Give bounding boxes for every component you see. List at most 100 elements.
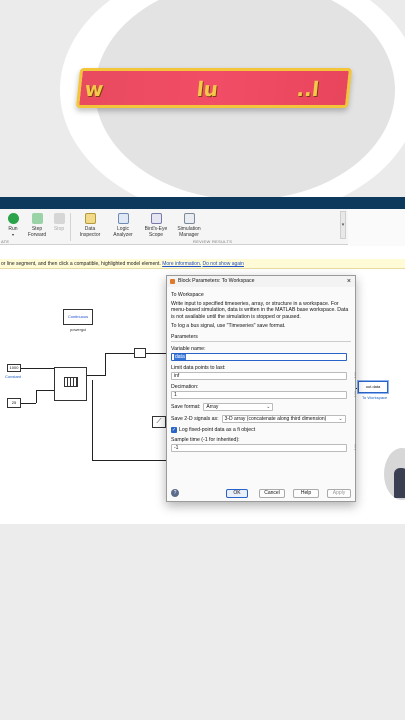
birds-eye-icon [150, 213, 162, 224]
simulation-manager-button[interactable]: Simulation Manager [175, 213, 203, 238]
save-format-value: Array [206, 404, 219, 411]
wire [87, 375, 105, 376]
simulink-icon [170, 279, 175, 284]
block-parameters-dialog: Block Parameters: To Workspace × To Work… [166, 275, 358, 502]
pv-array-block[interactable] [54, 367, 87, 401]
data-inspector-button[interactable]: Data Inspector [78, 213, 102, 238]
decimation-input[interactable]: 1 ⋮ [171, 391, 358, 400]
to-workspace-block[interactable]: out.data [358, 381, 388, 393]
stop-button[interactable]: Stop [52, 213, 66, 232]
constant-block-1[interactable]: 1000 [7, 364, 21, 372]
ribbon-separator [70, 213, 71, 241]
sample-time-input[interactable]: -1 ⋮ [171, 444, 358, 453]
run-dropdown-icon: ▾ [11, 232, 14, 237]
save-2d-select[interactable]: 3-D array (concatenate along third dimen… [221, 415, 346, 424]
banner-letter-1: w [83, 77, 105, 101]
banner-letter-3: ..l [295, 77, 321, 101]
to-workspace-label: To Workspace [362, 395, 388, 400]
save-2d-value: 3-D array (concatenate along third dimen… [224, 416, 327, 423]
dialog-body: To Workspace Write input to specified ti… [167, 287, 358, 454]
more-information-link[interactable]: More information. [162, 261, 201, 267]
sample-time-value: -1 [174, 445, 179, 452]
variable-name-value: data [174, 354, 186, 361]
hint-bar: or line segment, and then click a compat… [0, 259, 405, 269]
powergui-block[interactable]: Continuous [63, 309, 93, 325]
save-format-row: Save format: Array ⌄ [171, 403, 351, 412]
stop-icon [53, 213, 65, 224]
section-label-left: ATE [1, 239, 10, 244]
logic-analyzer-icon [117, 213, 129, 224]
apply-button[interactable]: Apply [327, 489, 351, 498]
ramp-block[interactable]: ⟋ [152, 416, 166, 428]
dialog-title: Block Parameters: To Workspace [178, 278, 255, 284]
save-2d-row: Save 2-D signals as: 3-D array (concaten… [171, 415, 351, 424]
dialog-button-bar: ? OK Cancel Help Apply [167, 487, 355, 501]
step-forward-icon [31, 213, 43, 224]
wire [21, 403, 36, 404]
wire [105, 353, 106, 376]
save-format-select[interactable]: Array ⌄ [203, 403, 274, 412]
solar-panel-icon [63, 377, 78, 387]
cancel-button[interactable]: Cancel [259, 489, 285, 498]
birds-eye-scope-button[interactable]: Bird's-Eye Scope [143, 213, 169, 238]
logic-analyzer-label-2: Analyzer [113, 232, 133, 238]
title-banner: w lu ..l [75, 68, 353, 108]
dialog-titlebar: Block Parameters: To Workspace × [167, 276, 355, 287]
simulation-manager-icon [183, 213, 195, 224]
variable-name-input[interactable]: data [171, 353, 347, 362]
presenter-figure [394, 468, 405, 498]
wire [92, 460, 166, 461]
more-options-icon[interactable]: ⋮ [352, 445, 358, 452]
decimation-label: Decimation: [171, 384, 199, 391]
bus-note: To log a bus signal, use "Timeseries" sa… [171, 322, 286, 329]
save-format-label: Save format: [171, 404, 201, 411]
help-icon[interactable]: ? [171, 489, 179, 497]
wire [36, 390, 37, 403]
log-fixed-point-row: ✓ Log fixed-point data as a fi object [171, 427, 351, 434]
constant-label: Constant [5, 374, 22, 379]
sample-time-label: Sample time (-1 for inherited): [171, 437, 240, 444]
wire [36, 390, 54, 391]
wire [21, 368, 54, 369]
variable-name-label: Variable name: [171, 346, 206, 353]
mux-block[interactable] [134, 348, 146, 358]
stop-label: Stop [53, 226, 65, 232]
banner-letter-2: lu [195, 77, 220, 101]
run-button[interactable]: Run ▾ [5, 213, 21, 238]
chevron-down-icon: ⌄ [266, 404, 271, 411]
window-titlebar [0, 197, 405, 209]
ribbon-toolbar: Run ▾ Step Forward Stop Data Inspector L… [0, 209, 405, 245]
limit-data-points-label: Limit data points to last: [171, 365, 226, 372]
data-inspector-label-2: Inspector [79, 232, 101, 238]
save-2d-label: Save 2-D signals as: [171, 416, 219, 423]
limit-data-points-value: inf [174, 373, 180, 380]
log-fixed-point-label: Log fixed-point data as a fi object [179, 427, 256, 434]
section-label-review-results: REVIEW RESULTS [193, 239, 233, 244]
logic-analyzer-button[interactable]: Logic Analyzer [111, 213, 135, 238]
close-icon[interactable]: × [347, 276, 351, 287]
wire [92, 380, 93, 460]
wire [146, 353, 166, 354]
block-type-heading: To Workspace [171, 292, 204, 298]
log-fixed-point-checkbox[interactable]: ✓ [171, 427, 177, 434]
limit-data-points-input[interactable]: inf ⋮ [171, 372, 358, 381]
data-inspector-icon [84, 213, 96, 224]
ok-button[interactable]: OK [226, 489, 248, 498]
ribbon-expand-button[interactable]: ▾ [340, 211, 346, 239]
step-forward-button[interactable]: Step Forward [27, 213, 47, 238]
step-forward-label-2: Forward [27, 232, 47, 238]
constant-block-2[interactable]: 25 [7, 398, 21, 408]
play-icon [7, 213, 19, 224]
hint-text: or line segment, and then click a compat… [1, 261, 161, 267]
help-button[interactable]: Help [293, 489, 319, 498]
screen: w lu ..l Run ▾ Step Forward Stop Data In… [0, 0, 405, 720]
chevron-down-icon: ⌄ [338, 416, 343, 423]
bottom-area [0, 524, 405, 720]
birds-eye-label-2: Scope [148, 232, 164, 238]
more-options-icon[interactable]: ⋮ [352, 373, 358, 380]
continuous-label: Continuous [67, 314, 89, 319]
more-options-icon[interactable]: ⋮ [352, 392, 358, 399]
sim-manager-label-2: Manager [179, 232, 199, 238]
right-pane [348, 209, 405, 246]
do-not-show-again-link[interactable]: Do not show again [203, 261, 244, 267]
